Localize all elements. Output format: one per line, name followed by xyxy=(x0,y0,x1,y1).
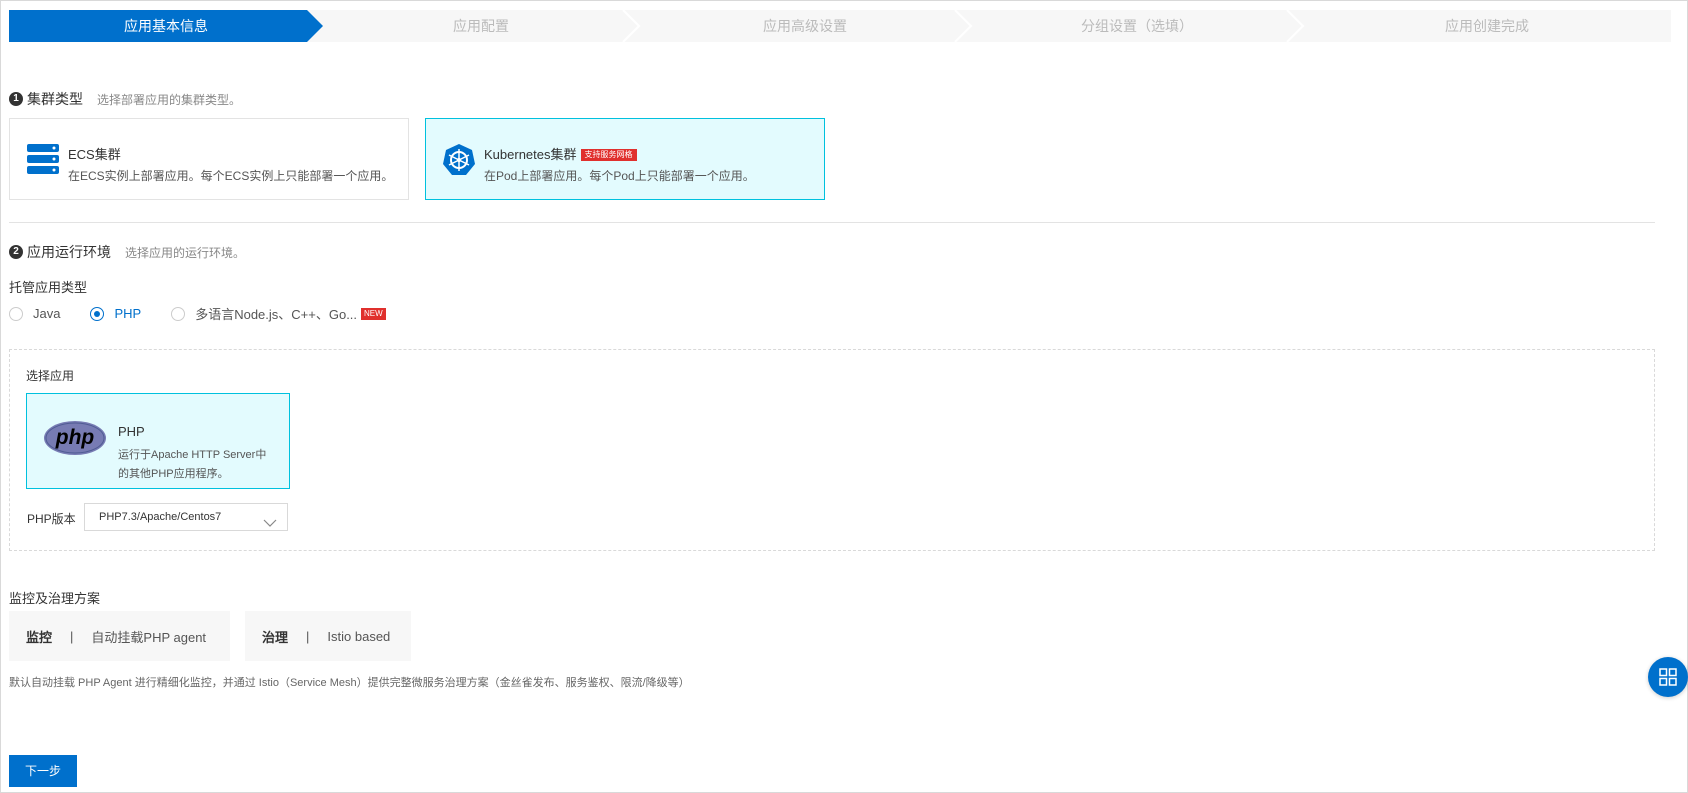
govern-sep: | xyxy=(306,628,310,644)
monitor-name: 监控 xyxy=(26,629,53,645)
kubernetes-cluster-card[interactable]: Kubernetes集群 支持服务网格 在Pod上部署应用。每个Pod上只能部署一… xyxy=(425,118,825,200)
kubernetes-card-title: Kubernetes集群 支持服务网格 xyxy=(484,144,637,163)
governance-title: 监控及治理方案 xyxy=(9,591,101,606)
php-app-desc-1: 运行于Apache HTTP Server中 xyxy=(118,449,267,461)
php-version-value: PHP7.3/Apache/Centos7 xyxy=(99,511,222,523)
runtime-title: 应用运行环境 xyxy=(27,244,111,260)
radio-multilang[interactable]: 多语言Node.js、C++、Go... NEW xyxy=(171,304,386,323)
radio-php[interactable]: PHP xyxy=(90,306,141,321)
php-version-label: PHP版本 xyxy=(27,512,76,526)
floating-grid-button[interactable] xyxy=(1648,657,1688,697)
radio-java[interactable]: Java xyxy=(9,306,60,321)
runtime-hint: 选择应用的运行环境。 xyxy=(125,245,246,260)
ecs-card-desc: 在ECS实例上部署应用。每个ECS实例上只能部署一个应用。 xyxy=(68,169,394,183)
php-app-title: PHP xyxy=(118,424,145,439)
step-4: 分组设置（选填） xyxy=(1081,18,1193,34)
kubernetes-card-desc: 在Pod上部署应用。每个Pod上只能部署一个应用。 xyxy=(484,169,755,183)
radio-java-circle[interactable] xyxy=(9,306,23,321)
select-app-label: 选择应用 xyxy=(26,369,75,383)
radio-multilang-label: 多语言Node.js、C++、Go... xyxy=(195,307,358,322)
cluster-hint: 选择部署应用的集群类型。 xyxy=(97,92,242,107)
govern-value: Istio based xyxy=(327,628,391,644)
monitor-value: 自动挂载PHP agent xyxy=(91,629,207,645)
radio-php-circle[interactable] xyxy=(90,306,105,321)
php-logo-text: php xyxy=(55,426,95,449)
radio-multilang-circle[interactable] xyxy=(171,306,186,321)
step-progress-bar: 应用基本信息 应用配置 应用高级设置 分组设置（选填） 应用创建完成 xyxy=(9,10,1671,42)
php-logo-icon: php xyxy=(43,420,107,459)
php-app-desc-2: 的其他PHP应用程序。 xyxy=(118,468,229,480)
radio-java-label: Java xyxy=(33,306,61,321)
server-icon xyxy=(26,143,60,178)
ecs-cluster-card[interactable]: ECS集群 在ECS实例上部署应用。每个ECS实例上只能部署一个应用。 xyxy=(9,118,409,200)
runtime-section-title: 2 应用运行环境 选择应用的运行环境。 xyxy=(9,242,245,262)
chevron-down-icon xyxy=(263,512,277,538)
step-1: 应用基本信息 xyxy=(124,18,208,34)
app-type-label: 托管应用类型 xyxy=(9,280,88,295)
cluster-title: 集群类型 xyxy=(27,91,83,107)
step-number-1: 1 xyxy=(9,92,23,106)
monitor-sep: | xyxy=(70,628,74,644)
step-3: 应用高级设置 xyxy=(763,18,847,34)
govern-name: 治理 xyxy=(262,629,289,645)
new-badge: NEW xyxy=(361,307,386,320)
kubernetes-title-text: Kubernetes集群 xyxy=(484,147,577,162)
monitor-card: 监控 | 自动挂载PHP agent xyxy=(9,611,230,661)
app-type-radio-group: Java PHP 多语言Node.js、C++、Go... NEW xyxy=(9,304,416,323)
cluster-section-title: 1 集群类型 选择部署应用的集群类型。 xyxy=(9,89,241,109)
govern-card: 治理 | Istio based xyxy=(245,611,411,661)
step-number-2: 2 xyxy=(9,245,23,259)
section-divider xyxy=(9,222,1655,223)
radio-php-label: PHP xyxy=(114,306,142,321)
service-mesh-badge: 支持服务网格 xyxy=(580,149,637,161)
kubernetes-icon xyxy=(442,143,476,180)
governance-footnote: 默认自动挂载 PHP Agent 进行精细化监控，并通过 Istio（Servi… xyxy=(9,677,690,689)
step-5: 应用创建完成 xyxy=(1445,18,1529,34)
step-2: 应用配置 xyxy=(453,18,509,34)
next-step-button[interactable]: 下一步 xyxy=(9,755,77,787)
ecs-card-title: ECS集群 xyxy=(68,147,121,162)
php-version-select[interactable]: PHP7.3/Apache/Centos7 xyxy=(84,503,288,531)
php-app-card[interactable]: php PHP 运行于Apache HTTP Server中 的其他PHP应用程… xyxy=(26,393,290,489)
